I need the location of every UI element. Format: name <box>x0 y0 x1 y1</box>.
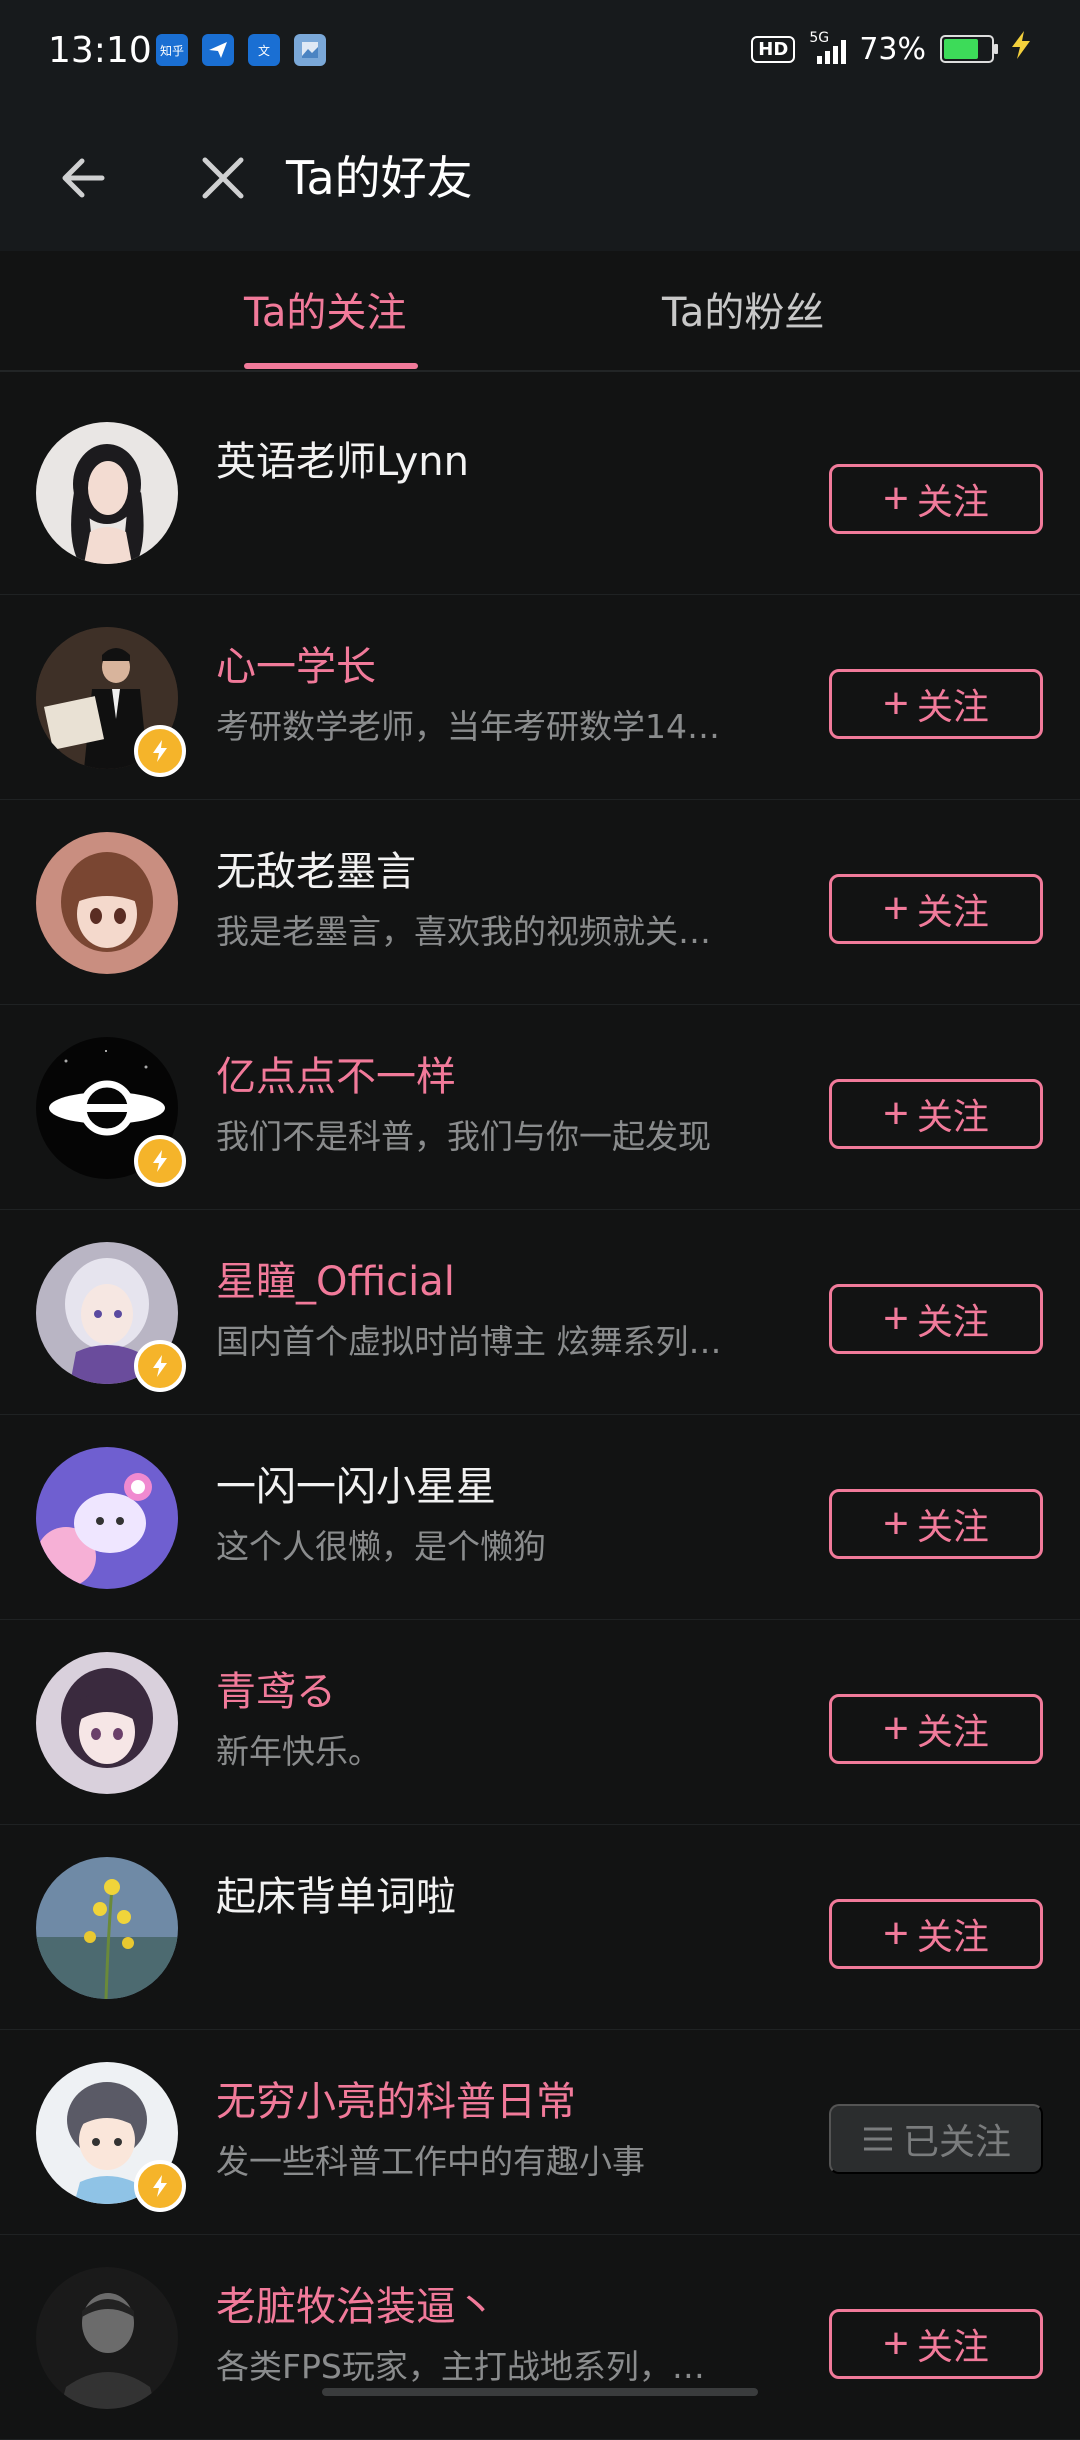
plus-icon: + <box>883 1294 909 1343</box>
top-app-bar: Ta的好友 <box>0 105 1080 251</box>
follow-label: 关注 <box>916 1506 989 1547</box>
follow-label: 关注 <box>916 481 989 522</box>
battery-icon <box>940 35 998 63</box>
list-item[interactable]: 一闪一闪小星星 这个人很懒，是个懒狗 + 关注 <box>0 1415 1080 1620</box>
follow-button[interactable]: + 关注 <box>829 1079 1043 1149</box>
verified-lightning-icon <box>134 1340 186 1392</box>
plus-icon: + <box>883 1704 909 1753</box>
user-description: 我是老墨言，喜欢我的视频就关… <box>216 912 711 951</box>
user-name[interactable]: 亿点点不一样 <box>216 1051 456 1103</box>
follow-label: 关注 <box>916 1301 989 1342</box>
avatar[interactable] <box>36 832 178 974</box>
follow-button[interactable]: + 关注 <box>829 669 1043 739</box>
plus-icon: + <box>883 1089 909 1138</box>
verified-lightning-icon <box>134 1135 186 1187</box>
user-description: 发一些科普工作中的有趣小事 <box>216 2142 645 2181</box>
follow-label: 关注 <box>916 1096 989 1137</box>
follow-label: 关注 <box>916 1916 989 1957</box>
user-description: 我们不是科普，我们与你一起发现 <box>216 1117 711 1156</box>
charging-icon <box>1008 30 1034 68</box>
battery-percent: 73% <box>859 31 926 67</box>
status-indicators: HD 5G 73% <box>751 30 1034 68</box>
list-item[interactable]: 起床背单词啦 + 关注 <box>0 1825 1080 2030</box>
user-name[interactable]: 无穷小亮的科普日常 <box>216 2076 576 2128</box>
follow-button[interactable]: + 关注 <box>829 464 1043 534</box>
plus-icon: + <box>883 1499 909 1548</box>
user-name[interactable]: 星瞳_Official <box>216 1256 455 1308</box>
user-description: 考研数学老师，当年考研数学14… <box>216 707 720 746</box>
tab-fans[interactable]: Ta的粉丝 <box>662 285 824 341</box>
user-name[interactable]: 心一学长 <box>216 641 376 693</box>
zhihu-app-icon: 知乎 <box>156 34 188 66</box>
list-item[interactable]: 亿点点不一样 我们不是科普，我们与你一起发现 + 关注 <box>0 1005 1080 1210</box>
avatar[interactable] <box>36 422 178 564</box>
follow-button[interactable]: + 关注 <box>829 874 1043 944</box>
page-title: Ta的好友 <box>286 151 473 205</box>
avatar[interactable] <box>36 1447 178 1589</box>
follow-label: 关注 <box>916 891 989 932</box>
plus-icon: + <box>883 679 909 728</box>
avatar[interactable] <box>36 1652 178 1794</box>
list-item[interactable]: 英语老师Lynn + 关注 <box>0 390 1080 595</box>
status-bar: 13:10 知乎 文 HD 5G 73% <box>0 0 1080 105</box>
list-item[interactable]: 无穷小亮的科普日常 发一些科普工作中的有趣小事 已关注 <box>0 2030 1080 2235</box>
avatar[interactable] <box>36 1857 178 1999</box>
user-description: 这个人很懒，是个懒狗 <box>216 1527 546 1566</box>
user-description: 各类FPS玩家，主打战地系列，… <box>216 2347 705 2386</box>
verified-lightning-icon <box>134 2160 186 2212</box>
feishu-app-icon <box>202 34 234 66</box>
list-item[interactable]: 老脏牧治装逼丶 各类FPS玩家，主打战地系列，… + 关注 <box>0 2235 1080 2440</box>
follow-label: 关注 <box>916 2326 989 2367</box>
notification-icons: 知乎 文 <box>156 34 326 66</box>
signal-icon: 5G <box>809 30 847 64</box>
plus-icon: + <box>883 474 909 523</box>
user-name[interactable]: 青鸢る <box>216 1666 336 1718</box>
list-item[interactable]: 无敌老墨言 我是老墨言，喜欢我的视频就关… + 关注 <box>0 800 1080 1005</box>
back-arrow-icon[interactable] <box>50 143 120 213</box>
follow-button[interactable]: + 关注 <box>829 1899 1043 1969</box>
user-name[interactable]: 老脏牧治装逼丶 <box>216 2281 496 2333</box>
list-item[interactable]: 星瞳_Official 国内首个虚拟时尚博主 炫舞系列… + 关注 <box>0 1210 1080 1415</box>
home-indicator[interactable] <box>322 2388 758 2396</box>
follow-button[interactable]: + 关注 <box>829 1284 1043 1354</box>
plus-icon: + <box>883 2319 909 2368</box>
follow-button[interactable]: + 关注 <box>829 2309 1043 2379</box>
verified-lightning-icon <box>134 725 186 777</box>
user-name[interactable]: 起床背单词啦 <box>216 1871 456 1923</box>
user-description: 新年快乐。 <box>216 1732 381 1771</box>
user-name[interactable]: 一闪一闪小星星 <box>216 1461 496 1513</box>
plus-icon: + <box>883 1909 909 1958</box>
status-time: 13:10 <box>48 30 152 71</box>
user-list: 英语老师Lynn + 关注 心一学长 考研数学老师，当年考研数学14… + 关注 无… <box>0 390 1080 2440</box>
followed-button[interactable]: 已关注 <box>829 2104 1043 2174</box>
hd-icon: HD <box>751 35 796 63</box>
follow-button[interactable]: + 关注 <box>829 1694 1043 1764</box>
follow-button[interactable]: + 关注 <box>829 1489 1043 1559</box>
list-item[interactable]: 心一学长 考研数学老师，当年考研数学14… + 关注 <box>0 595 1080 800</box>
translate-app-icon: 文 <box>248 34 280 66</box>
tab-following[interactable]: Ta的关注 <box>244 285 406 341</box>
close-icon[interactable] <box>188 143 258 213</box>
follow-label: 关注 <box>916 1711 989 1752</box>
user-description: 国内首个虚拟时尚博主 炫舞系列… <box>216 1322 722 1361</box>
menu-lines-icon <box>863 2127 892 2151</box>
avatar[interactable] <box>36 2267 178 2409</box>
user-name[interactable]: 无敌老墨言 <box>216 846 416 898</box>
followed-label: 已关注 <box>902 2121 1011 2162</box>
tab-bar: Ta的关注 Ta的粉丝 <box>0 251 1080 372</box>
user-name[interactable]: 英语老师Lynn <box>216 436 469 488</box>
image-app-icon <box>294 34 326 66</box>
plus-icon: + <box>883 884 909 933</box>
list-item[interactable]: 青鸢る 新年快乐。 + 关注 <box>0 1620 1080 1825</box>
follow-label: 关注 <box>916 686 989 727</box>
active-tab-indicator <box>244 363 418 369</box>
